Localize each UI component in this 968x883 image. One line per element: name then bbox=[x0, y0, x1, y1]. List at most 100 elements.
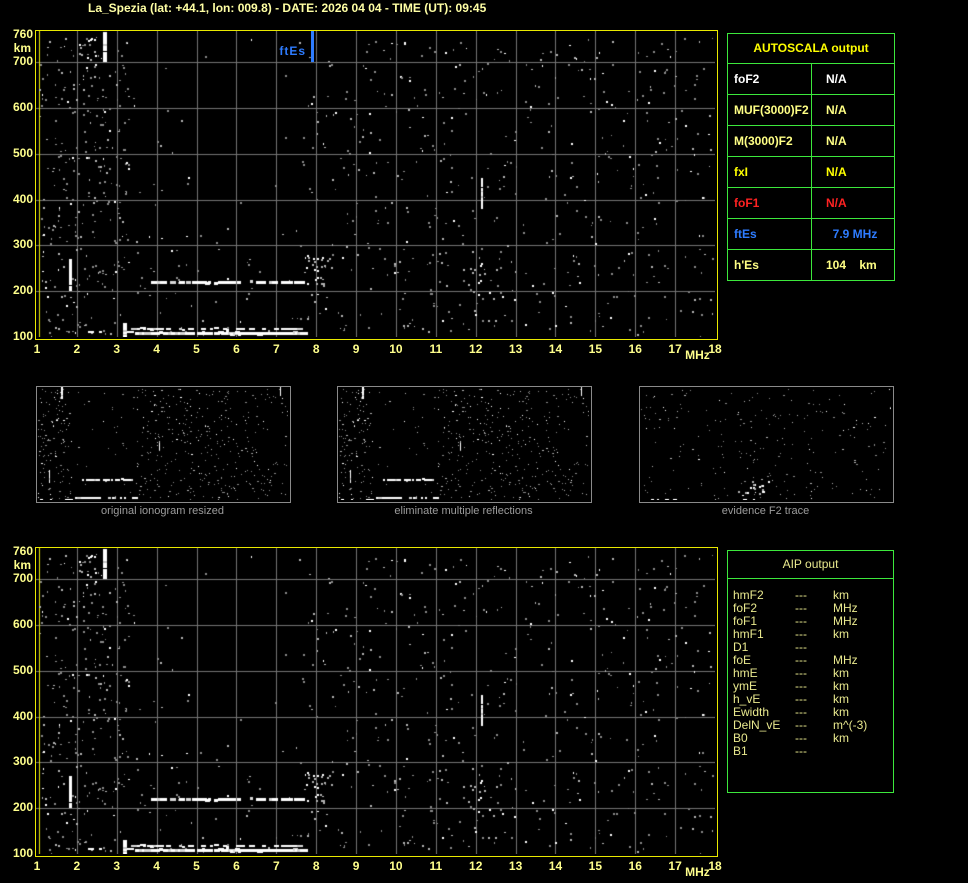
x-tick-14: 14 bbox=[548, 342, 563, 356]
x-tick-10: 10 bbox=[389, 859, 403, 873]
x-tick-12: 12 bbox=[469, 342, 483, 356]
autoscala-param-value: N/A bbox=[826, 103, 847, 117]
x-tick-9: 9 bbox=[352, 342, 360, 356]
x-tick-8: 8 bbox=[312, 859, 320, 873]
ionogram-plot-top: ftEs bbox=[35, 30, 718, 340]
x-tick-2: 2 bbox=[73, 859, 81, 873]
thumbnail-original-ionogram bbox=[36, 386, 291, 503]
autoscala-window: La_Spezia (lat: +44.1, lon: 009.8) - DAT… bbox=[0, 0, 968, 883]
y-tick-300: 300 bbox=[12, 754, 33, 769]
ftes-marker-line bbox=[311, 31, 314, 62]
x-tick-1: 1 bbox=[33, 859, 41, 873]
x-tick-1: 1 bbox=[33, 342, 41, 356]
autoscala-row-foF2: foF2 N/A bbox=[728, 64, 894, 95]
autoscala-output-table: AUTOSCALA output foF2 N/A MUF(3000)F2 N/A M(… bbox=[727, 33, 895, 281]
x-tick-7: 7 bbox=[272, 342, 280, 356]
autoscala-param-value: N/A bbox=[826, 165, 847, 179]
x-tick-3: 3 bbox=[113, 859, 121, 873]
y-tick-700: 700 bbox=[12, 54, 33, 68]
y-tick-100: 100 bbox=[12, 329, 33, 343]
x-tick-14: 14 bbox=[548, 859, 563, 873]
autoscala-row-foF1: foF1 N/A bbox=[728, 188, 894, 219]
x-tick-12: 12 bbox=[469, 859, 483, 873]
x-axis-unit: MHz bbox=[685, 865, 710, 879]
autoscala-param-value: N/A bbox=[826, 134, 847, 148]
aip-unit: km bbox=[833, 731, 849, 745]
y-axis-unit: km bbox=[13, 557, 31, 572]
y-tick-600: 600 bbox=[12, 616, 33, 631]
autoscala-param-label: foF2 bbox=[728, 64, 812, 94]
y-axis-unit: km bbox=[13, 40, 31, 55]
x-tick-5: 5 bbox=[193, 342, 200, 356]
x-tick-16: 16 bbox=[628, 342, 642, 356]
x-tick-3: 3 bbox=[113, 342, 121, 356]
autoscala-param-value: N/A bbox=[826, 196, 847, 210]
aip-row-hmF2: hmF2 --- km bbox=[733, 589, 893, 602]
x-axis-unit: MHz bbox=[685, 348, 710, 362]
x-tick-4: 4 bbox=[153, 342, 160, 356]
thumbnail-caption-evidence: evidence F2 trace bbox=[721, 505, 810, 517]
x-tick-9: 9 bbox=[352, 859, 360, 873]
x-tick-6: 6 bbox=[233, 342, 240, 356]
x-tick-7: 7 bbox=[272, 859, 280, 873]
y-tick-700: 700 bbox=[12, 571, 33, 585]
thumbnail-eliminate-reflections bbox=[337, 386, 592, 503]
aip-param: B1 bbox=[733, 744, 748, 758]
thumbnail-evidence-f2 bbox=[639, 386, 894, 503]
x-tick-2: 2 bbox=[73, 342, 81, 356]
x-tick-15: 15 bbox=[588, 859, 603, 873]
aip-value: --- bbox=[795, 744, 807, 758]
thumbnail-caption-eliminate: eliminate multiple reflections bbox=[394, 505, 533, 517]
autoscala-param-value: 104 km bbox=[826, 258, 877, 272]
autoscala-row-MUF3000F2: MUF(3000)F2 N/A bbox=[728, 95, 894, 126]
y-tick-400: 400 bbox=[12, 708, 33, 723]
autoscala-param-label: ftEs bbox=[728, 219, 812, 249]
x-tick-13: 13 bbox=[508, 859, 523, 873]
y-tick-760: 760 bbox=[12, 26, 33, 41]
ionogram-plot-bottom bbox=[35, 547, 718, 857]
autoscala-row-fxI: fxI N/A bbox=[728, 157, 894, 188]
aip-unit: km bbox=[833, 627, 849, 641]
ionogram-bottom-canvas bbox=[36, 548, 715, 854]
aip-unit bbox=[833, 745, 893, 758]
thumbnail-original-canvas bbox=[37, 387, 288, 500]
y-tick-100: 100 bbox=[12, 846, 33, 860]
autoscala-param-value: N/A bbox=[826, 72, 847, 86]
autoscala-row-M3000F2: M(3000)F2 N/A bbox=[728, 126, 894, 157]
window-title: La_Spezia (lat: +44.1, lon: 009.8) - DAT… bbox=[88, 1, 487, 15]
y-tick-400: 400 bbox=[12, 191, 33, 206]
x-tick-17: 17 bbox=[668, 342, 682, 356]
autoscala-param-label: MUF(3000)F2 bbox=[728, 95, 812, 125]
thumbnail-evidence-canvas bbox=[640, 387, 891, 500]
aip-output-table: AIP output hmF2 --- km foF2 --- MHz foF1 --- MHz… bbox=[727, 550, 894, 793]
aip-row-B0: B0 --- km bbox=[733, 732, 893, 745]
autoscala-param-value: 7.9 MHz bbox=[826, 227, 878, 241]
y-tick-500: 500 bbox=[12, 145, 33, 160]
autoscala-table-header: AUTOSCALA output bbox=[728, 34, 894, 64]
x-tick-8: 8 bbox=[312, 342, 320, 356]
x-tick-13: 13 bbox=[508, 342, 523, 356]
aip-row-DelN_vE: DelN_vE --- m^(-3) bbox=[733, 719, 893, 732]
y-tick-200: 200 bbox=[12, 283, 33, 298]
y-tick-760: 760 bbox=[12, 543, 33, 558]
aip-row-hmE: hmE --- km bbox=[733, 667, 893, 680]
y-tick-600: 600 bbox=[12, 99, 33, 114]
x-tick-6: 6 bbox=[233, 859, 240, 873]
x-tick-16: 16 bbox=[628, 859, 642, 873]
x-tick-10: 10 bbox=[389, 342, 403, 356]
x-tick-17: 17 bbox=[668, 859, 682, 873]
aip-row-B1: B1 --- bbox=[733, 745, 893, 758]
autoscala-param-label: foF1 bbox=[728, 188, 812, 218]
aip-row-foF2: foF2 --- MHz bbox=[733, 602, 893, 615]
x-tick-11: 11 bbox=[429, 859, 443, 873]
y-tick-500: 500 bbox=[12, 662, 33, 677]
autoscala-param-label: fxI bbox=[728, 157, 812, 187]
autoscala-row-hEs: h'Es 104 km bbox=[728, 250, 894, 280]
y-tick-300: 300 bbox=[12, 237, 33, 252]
autoscala-param-label: M(3000)F2 bbox=[728, 126, 812, 156]
aip-table-header: AIP output bbox=[728, 551, 893, 579]
autoscala-row-ftEs: ftEs 7.9 MHz bbox=[728, 219, 894, 250]
aip-row-hmF1: hmF1 --- km bbox=[733, 628, 893, 641]
x-tick-11: 11 bbox=[429, 342, 443, 356]
autoscala-param-label: h'Es bbox=[728, 250, 812, 280]
